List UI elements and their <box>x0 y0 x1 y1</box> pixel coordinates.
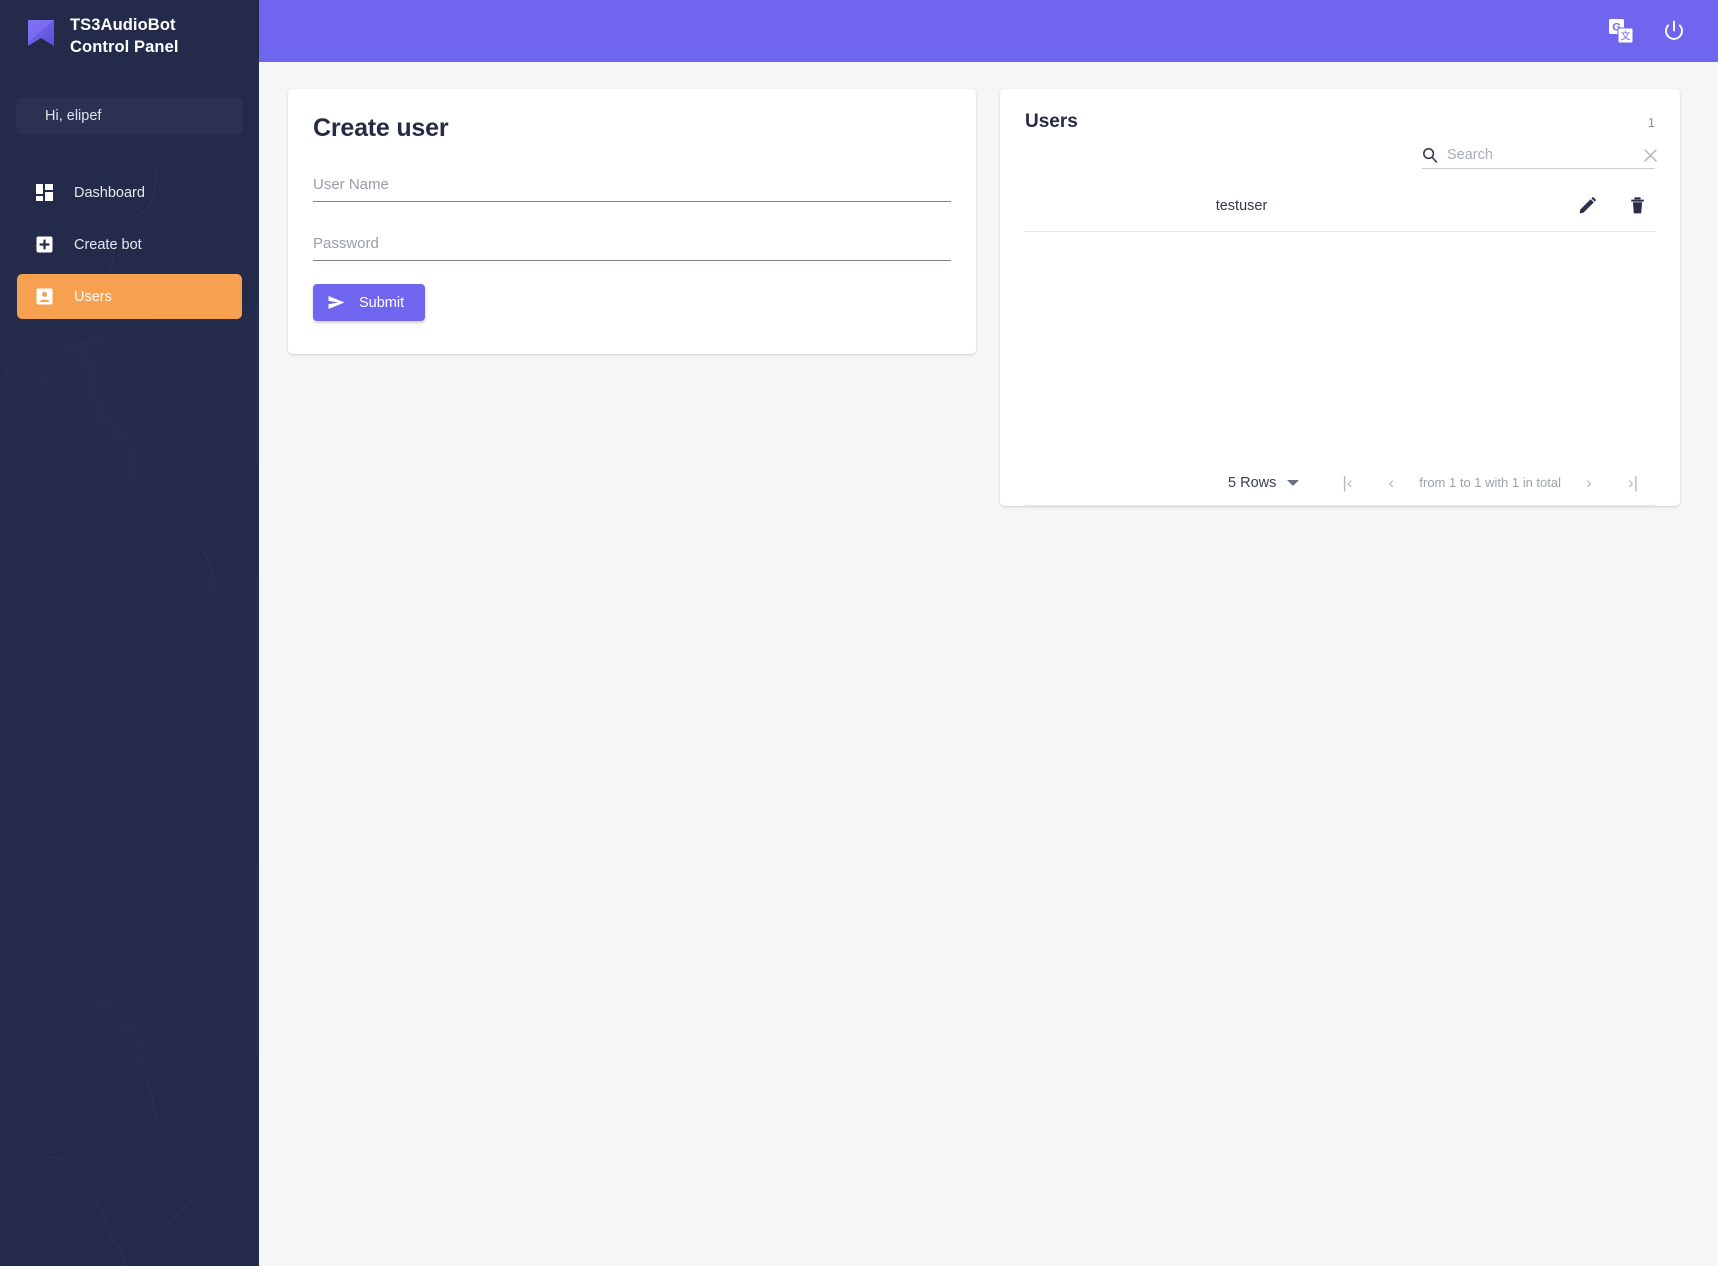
app-root: TS3AudioBot Control Panel Hi, elipef Das… <box>0 0 1718 1266</box>
pagination-bar: 5 Rows |‹ ‹ from 1 to 1 with 1 in total … <box>1025 474 1655 506</box>
password-field-wrapper <box>313 235 951 261</box>
bookmark-logo-icon <box>28 20 54 46</box>
svg-text:文: 文 <box>1621 30 1631 43</box>
sidebar: TS3AudioBot Control Panel Hi, elipef Das… <box>0 0 259 1266</box>
sidebar-item-create-bot[interactable]: Create bot <box>17 222 242 267</box>
close-icon[interactable] <box>1643 148 1658 163</box>
create-user-card: Create user Submit <box>288 89 976 354</box>
page-title: Create user <box>313 114 449 142</box>
greeting-text: Hi, elipef <box>45 108 102 124</box>
topbar: G 文 <box>259 0 1718 62</box>
plus-square-icon <box>36 236 53 253</box>
user-name-cell: testuser <box>1215 197 1268 214</box>
power-icon[interactable] <box>1661 18 1687 44</box>
sidebar-item-label: Create bot <box>74 236 142 253</box>
username-field-wrapper <box>313 176 951 202</box>
search-icon <box>1423 148 1438 163</box>
brand-text: TS3AudioBot Control Panel <box>70 14 179 58</box>
send-icon <box>328 296 345 309</box>
table-body-spacer <box>1025 232 1655 474</box>
brand: TS3AudioBot Control Panel <box>0 0 259 58</box>
pencil-icon[interactable] <box>1578 196 1597 215</box>
users-card-header: Users 1 <box>1025 111 1655 133</box>
users-card-title: Users <box>1025 111 1078 132</box>
sidebar-item-users[interactable]: Users <box>17 274 242 319</box>
chevron-down-icon <box>1287 479 1300 486</box>
search-box <box>1422 147 1658 169</box>
greeting-box: Hi, elipef <box>16 98 243 134</box>
content-area: Create user Submit Users <box>259 62 1718 506</box>
trash-icon[interactable] <box>1628 196 1647 215</box>
table-row: testuser <box>1025 180 1655 232</box>
rows-per-page-select[interactable]: 5 Rows <box>1228 474 1300 491</box>
first-page-button[interactable]: |‹ <box>1325 474 1369 491</box>
username-input[interactable] <box>313 176 951 202</box>
submit-button[interactable]: Submit <box>313 284 425 321</box>
search-row <box>1025 147 1658 169</box>
google-translate-icon[interactable]: G 文 <box>1608 18 1634 44</box>
main-area: G 文 Create user User Name Submit Users 1… <box>259 0 1718 1266</box>
sidebar-item-label: Dashboard <box>74 184 145 201</box>
brand-line-1: TS3AudioBot <box>70 16 176 34</box>
contact-card-icon <box>36 288 53 305</box>
rows-per-page-label: 5 Rows <box>1228 474 1277 491</box>
brand-line-2: Control Panel <box>70 38 179 56</box>
sidebar-item-dashboard[interactable]: Dashboard <box>17 170 242 215</box>
dashboard-grid-icon <box>36 184 53 201</box>
sidebar-nav: Dashboard Create bot Users <box>0 170 259 319</box>
pagination-range-label: from 1 to 1 with 1 in total <box>1419 475 1561 490</box>
prev-page-button[interactable]: ‹ <box>1369 474 1413 491</box>
next-page-button[interactable]: › <box>1567 474 1611 491</box>
search-input[interactable] <box>1447 147 1634 163</box>
sidebar-item-label: Users <box>74 288 112 305</box>
password-input[interactable] <box>313 235 951 261</box>
last-page-button[interactable]: ›| <box>1611 474 1655 491</box>
submit-button-label: Submit <box>359 294 405 311</box>
row-actions <box>1578 196 1655 215</box>
users-card: Users 1 Search testuser 5 Rows |‹ ‹ from… <box>1000 89 1680 506</box>
users-count-badge: 1 <box>1647 115 1655 130</box>
